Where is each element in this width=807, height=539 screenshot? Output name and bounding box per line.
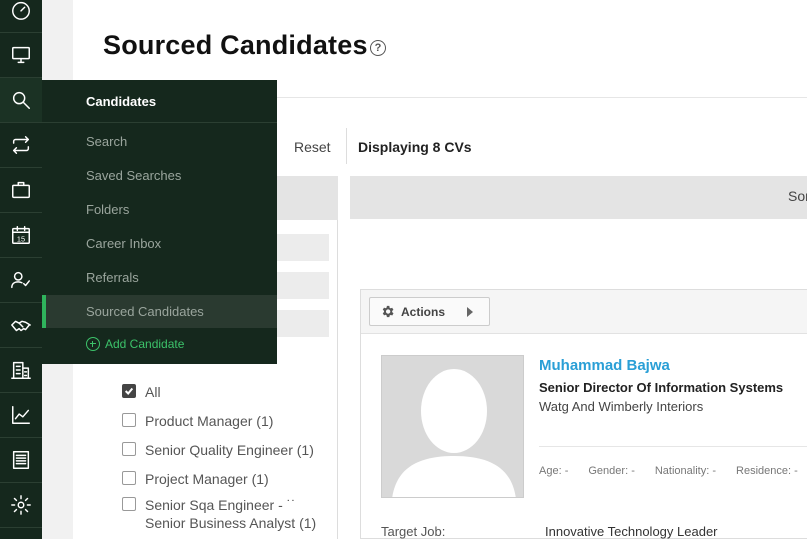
detail-age: Age: - [539,465,569,477]
candidate-job-title: Senior Director Of Information Systems [539,380,784,395]
rail-item-users[interactable] [0,258,42,303]
filter-option-label: Product Manager (1) [145,413,274,429]
target-job-label: Target Job: [381,524,446,539]
card-toolbar: Actions [361,290,807,334]
chart-icon [12,406,30,424]
check-icon [124,387,134,395]
add-candidate-button[interactable]: Add Candidate [86,337,184,351]
user-check-icon [11,271,30,289]
nav-rail: 15 [0,0,42,539]
rail-item-search[interactable] [0,78,42,123]
filter-option-label: Senior Quality Engineer (1) [145,442,314,458]
checkbox[interactable] [122,384,136,398]
candidate-company: Watg And Wimberly Interiors [539,399,704,414]
filter-bar[interactable] [273,272,329,299]
gear-icon [11,495,31,515]
flyout-header: Candidates [42,80,277,123]
rail-item-jobs[interactable] [0,168,42,213]
checkbox[interactable] [122,442,136,456]
menu-item-saved-searches[interactable]: Saved Searches [42,159,277,192]
flyout-title: Candidates [86,94,157,109]
toolbar-divider [346,128,347,164]
caret-right-icon [467,307,473,317]
calendar-icon: 15 [12,226,30,244]
filter-option-label: All [145,384,161,400]
menu-item-sourced-candidates[interactable]: Sourced Candidates [42,295,277,328]
candidate-name-link[interactable]: Muhammad Bajwa [539,357,670,374]
handshake-icon [11,320,31,332]
filter-option[interactable]: Senior Quality Engineer (1) [122,441,314,459]
rail-item-settings[interactable] [0,483,42,528]
add-candidate-label: Add Candidate [105,337,185,351]
detail-nationality: Nationality: - [654,465,717,477]
filter-bar[interactable] [273,310,329,337]
menu-item-career-inbox[interactable]: Career Inbox [42,227,277,260]
document-icon [12,451,30,469]
svg-text:15: 15 [17,234,25,243]
filter-option[interactable]: Project Manager (1) [122,470,269,488]
filter-option-label: Senior Sqa Engineer - ˙˙ [145,497,296,513]
filter-option[interactable]: Senior Business Analyst (1) [122,514,316,532]
gear-icon [382,305,394,318]
briefcase-icon [12,181,30,199]
filter-option[interactable]: Senior Sqa Engineer - ˙˙ [122,496,296,514]
filter-option-label: Senior Business Analyst (1) [145,515,317,531]
menu-item-folders[interactable]: Folders [42,193,277,226]
sort-bar: Sor [350,176,807,219]
repeat-icon [12,136,30,154]
detail-residence: Residence: - [736,465,798,477]
filter-bar[interactable] [273,234,329,261]
page-title: Sourced Candidates [103,30,368,60]
building-icon [11,361,31,379]
plus-circle-icon [86,337,100,351]
rail-item-calendar[interactable]: 15 [0,213,42,258]
rail-item-repeat[interactable] [0,123,42,168]
checkbox[interactable] [122,471,136,485]
user-silhouette-icon [382,356,523,497]
rail-item-dashboard[interactable] [0,0,42,33]
reset-button[interactable]: Reset [294,139,331,155]
menu-item-search[interactable]: Search [42,125,277,158]
actions-button[interactable]: Actions [369,297,490,326]
filter-option-all[interactable]: All [122,383,161,401]
menu-item-referrals[interactable]: Referrals [42,261,277,294]
checkbox[interactable] [122,413,136,427]
result-count: Displaying 8 CVs [358,139,472,155]
rail-item-deals[interactable] [0,303,42,348]
candidates-flyout-menu: Candidates Search Saved Searches Folders… [42,80,277,364]
rail-item-monitor[interactable] [0,33,42,78]
monitor-icon [12,46,30,64]
detail-gender: Gender: - [588,465,635,477]
filter-option-label: Project Manager (1) [145,471,269,487]
candidate-details: Age: - Gender: - Nationality: - Residenc… [539,465,807,477]
help-icon[interactable]: ? [370,40,386,56]
rail-item-documents[interactable] [0,438,42,483]
checkbox[interactable] [122,497,136,511]
sort-dropdown[interactable]: Sor [788,188,807,204]
dashboard-icon [12,1,30,20]
avatar [381,355,524,498]
filter-option[interactable]: Product Manager (1) [122,412,273,430]
target-job-value: Innovative Technology Leader [545,524,718,539]
divider [539,446,807,447]
rail-item-companies[interactable] [0,348,42,393]
search-icon [12,91,30,109]
rail-item-reports[interactable] [0,393,42,438]
actions-label: Actions [401,304,446,319]
candidate-card: Actions Muhammad Bajwa Senior Director O… [360,289,807,539]
